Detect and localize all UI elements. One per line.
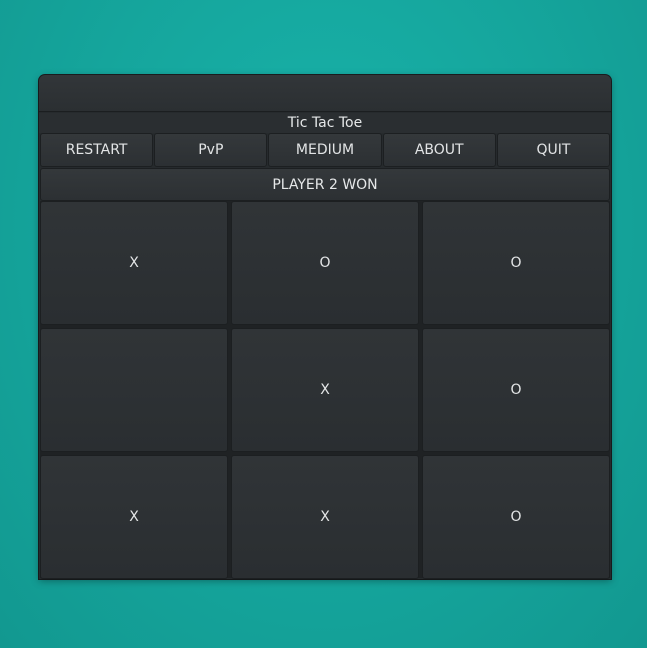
board-cell-2-1[interactable] [40,328,228,452]
restart-button[interactable]: RESTART [40,133,154,167]
board-cell-1-2[interactable]: O [231,201,419,325]
quit-button[interactable]: QUIT [496,133,611,167]
difficulty-button[interactable]: MEDIUM [268,133,382,167]
about-button[interactable]: ABOUT [382,133,496,167]
board-cell-3-1[interactable]: X [40,455,228,579]
board-cell-3-2[interactable]: X [231,455,419,579]
board-cell-2-2[interactable]: X [231,328,419,452]
game-status: PLAYER 2 WON [40,168,610,201]
toolbar: RESTART PvP MEDIUM ABOUT QUIT [40,133,611,167]
window-titlebar[interactable] [39,75,611,112]
game-mode-button[interactable]: PvP [154,133,268,167]
board-cell-3-3[interactable]: O [422,455,610,579]
board-cell-1-3[interactable]: O [422,201,610,325]
app-title: Tic Tac Toe [39,113,611,133]
board-cell-1-1[interactable]: X [40,201,228,325]
board-cell-2-3[interactable]: O [422,328,610,452]
game-board: X O O X O X X O [40,201,610,579]
game-window: Tic Tac Toe RESTART PvP MEDIUM ABOUT QUI… [39,75,611,579]
